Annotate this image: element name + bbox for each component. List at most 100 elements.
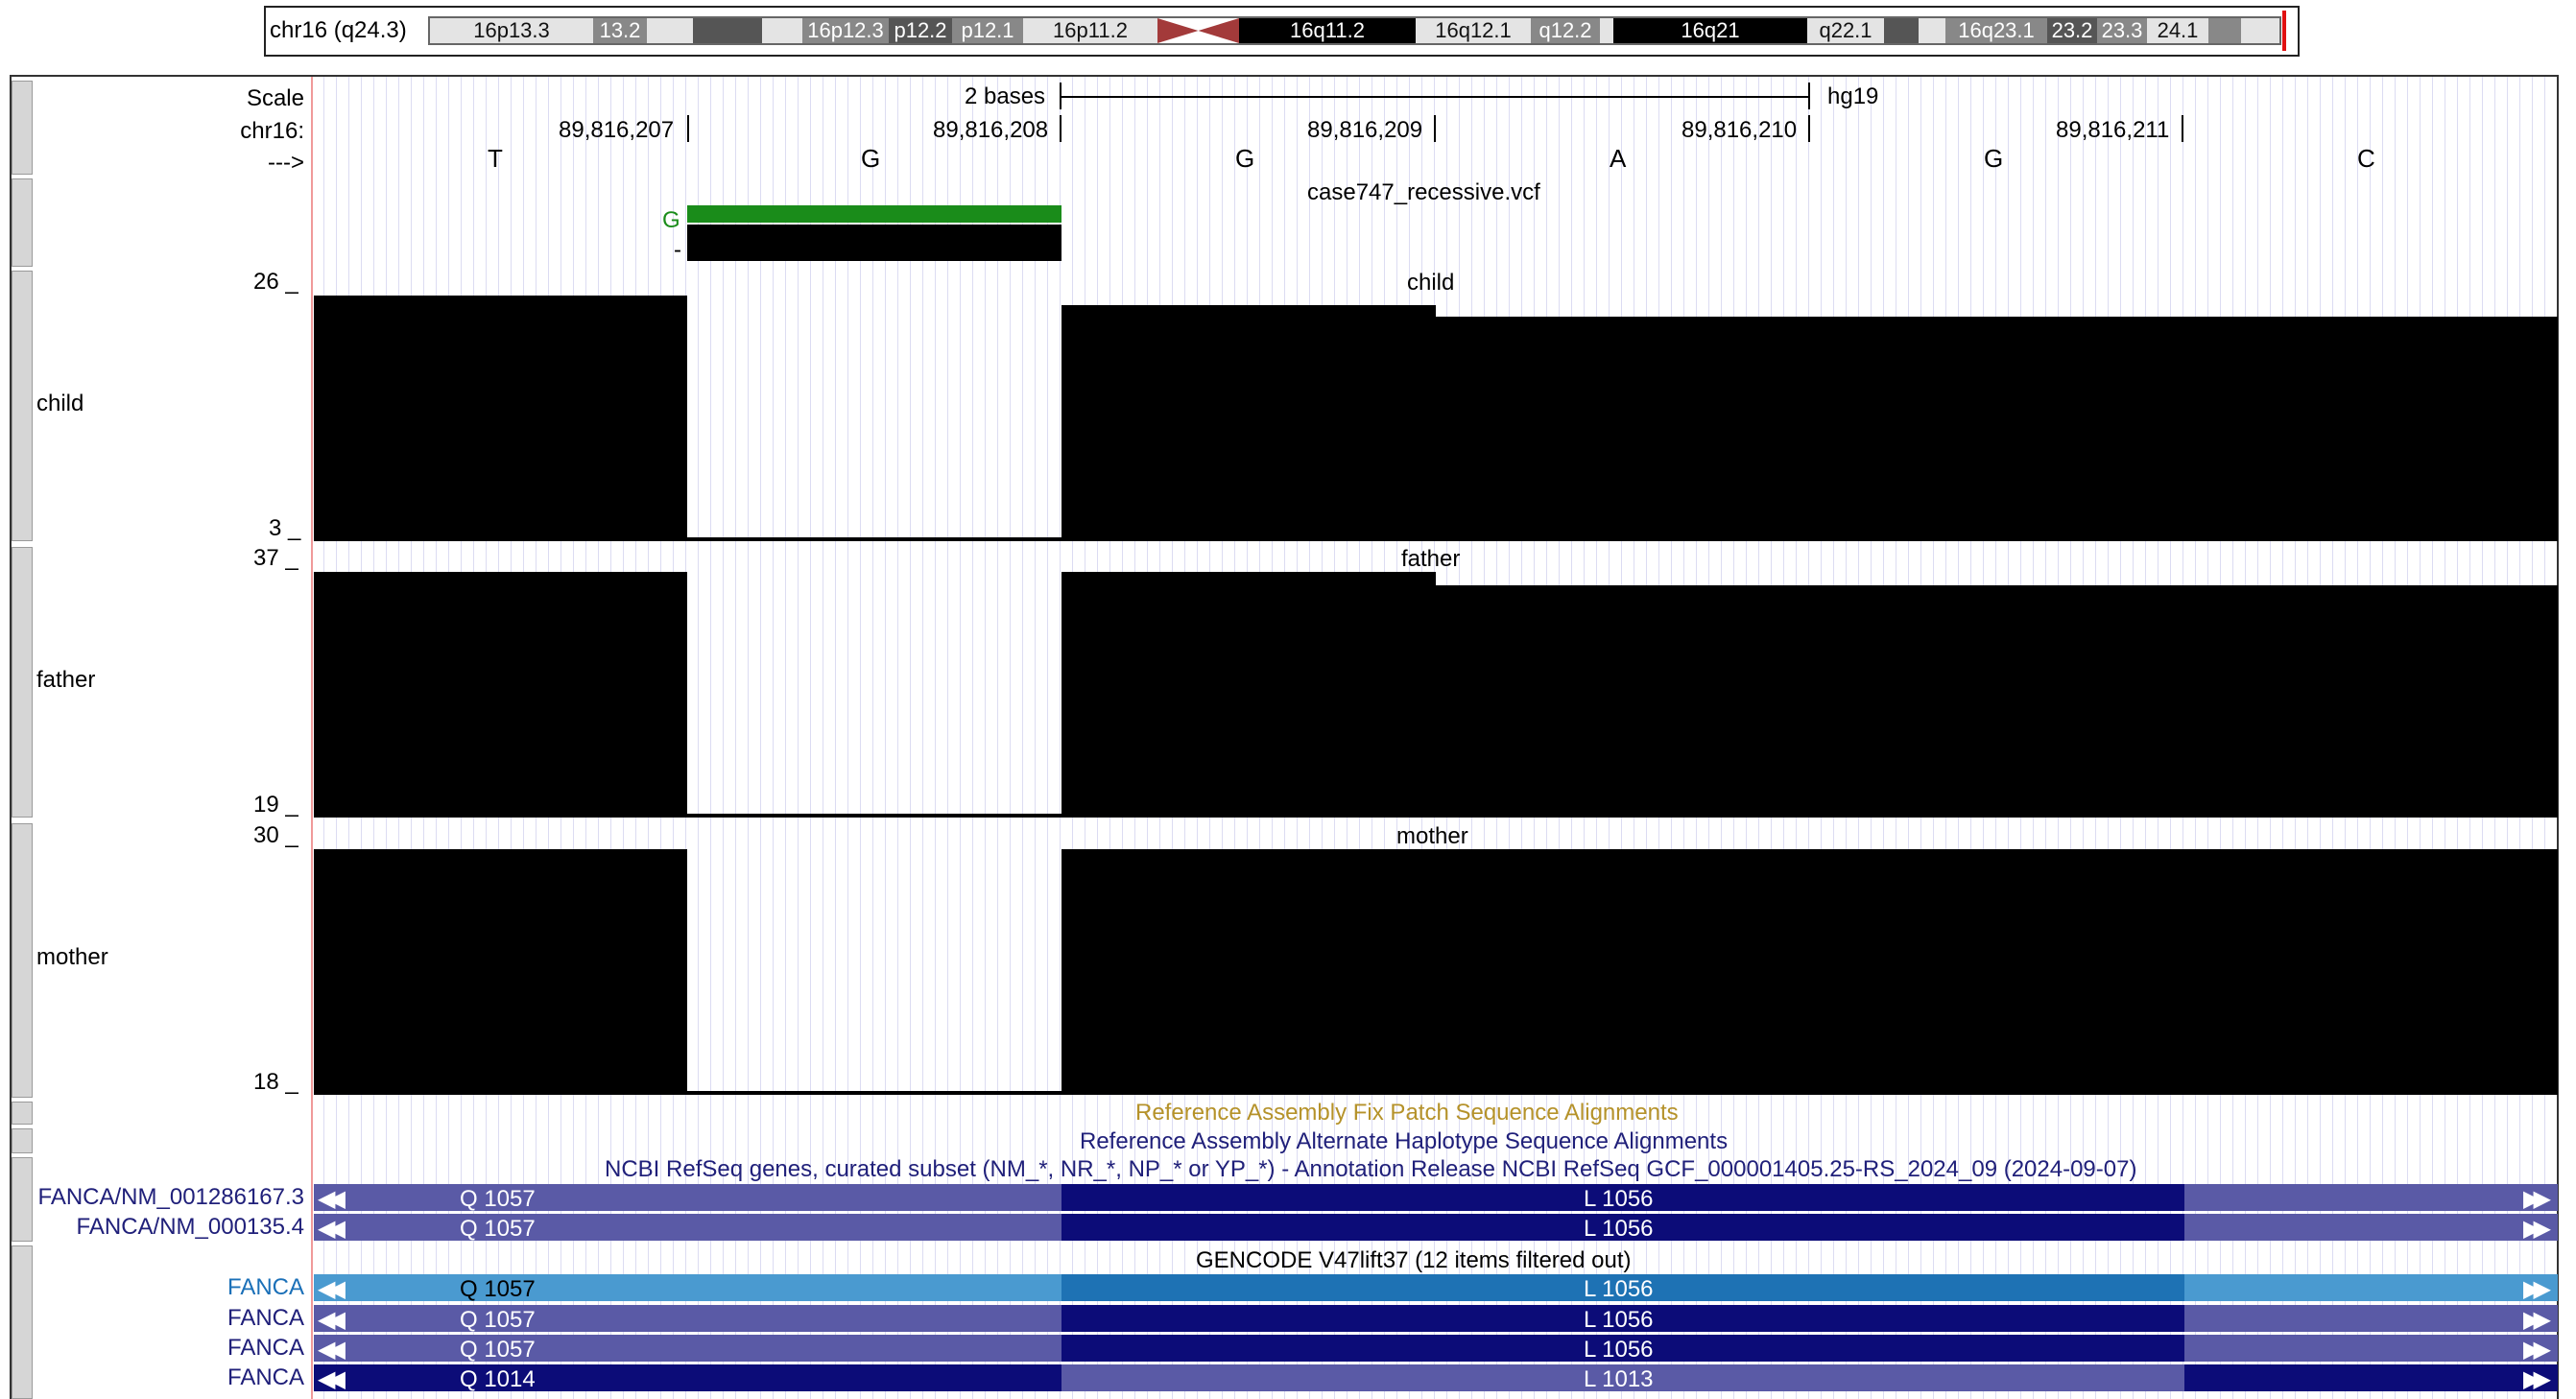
scroll-left-arrows-icon[interactable]: ◀◀ <box>318 1365 346 1393</box>
gencode-transcript-row[interactable]: ◀◀ Q 1057 L 1056 ▶▶ <box>314 1305 2558 1334</box>
father-track-title[interactable]: father <box>1401 548 1460 571</box>
codon-block-right <box>2184 1305 2558 1332</box>
scroll-left-arrows-icon[interactable]: ◀◀ <box>318 1215 346 1243</box>
scale-bar-left-tick <box>1060 83 1061 109</box>
amino-acid-label: L 1056 <box>1584 1337 1654 1363</box>
amino-acid-label: Q 1057 <box>460 1276 536 1302</box>
refseq-transcript-label[interactable]: FANCA/NM_000135.4 <box>12 1216 304 1239</box>
ideogram-band[interactable]: p12.2 <box>889 18 952 43</box>
ideogram-band[interactable] <box>2241 18 2279 43</box>
ideogram-band[interactable] <box>1600 18 1613 43</box>
father-coverage-bar <box>1061 572 1436 818</box>
reference-base: G <box>1235 144 1255 173</box>
mother-track-button[interactable] <box>12 823 33 1098</box>
ideogram-band[interactable]: 24.1 <box>2147 18 2208 43</box>
scroll-left-arrows-icon[interactable]: ◀◀ <box>318 1185 346 1213</box>
ideogram-band[interactable]: q12.2 <box>1531 18 1600 43</box>
vcf-track-button[interactable] <box>12 178 33 267</box>
alt-haplotype-track-button[interactable] <box>12 1128 33 1153</box>
scroll-right-arrows-icon[interactable]: ▶▶ <box>2523 1365 2551 1393</box>
ideogram-band[interactable] <box>1919 18 1945 43</box>
father-axis-min: 19 _ <box>253 792 298 818</box>
codon-block-right <box>2184 1214 2558 1241</box>
gencode-track-title[interactable]: GENCODE V47lift37 (12 items filtered out… <box>1196 1249 1632 1272</box>
amino-acid-label: L 1013 <box>1584 1366 1654 1392</box>
position-label: 89,816,210 <box>1682 117 1798 143</box>
ideogram-band[interactable]: 16p11.2 <box>1023 18 1157 43</box>
ideogram-band[interactable] <box>762 18 802 43</box>
ideogram-bands[interactable]: 16p13.3 13.2 16p12.3 p12.2 p12.1 16p11.2 16q11… <box>428 16 2281 45</box>
ideogram-band[interactable] <box>1884 18 1919 43</box>
scroll-right-arrows-icon[interactable]: ▶▶ <box>2523 1215 2551 1243</box>
fix-patch-track-button[interactable] <box>12 1102 33 1125</box>
amino-acid-label: L 1056 <box>1584 1186 1654 1212</box>
ideogram-band[interactable]: 16q21 <box>1613 18 1807 43</box>
vcf-track-title[interactable]: case747_recessive.vcf <box>1307 181 1540 204</box>
position-tick <box>687 115 689 142</box>
amino-acid-label: L 1056 <box>1584 1307 1654 1333</box>
position-tick <box>1060 115 1061 142</box>
ideogram-band[interactable]: 16p12.3 <box>802 18 889 43</box>
scroll-right-arrows-icon[interactable]: ▶▶ <box>2523 1306 2551 1334</box>
child-coverage-bar <box>314 296 687 541</box>
father-coverage-bar <box>1436 585 2558 818</box>
refseq-transcript-row[interactable]: ◀◀ Q 1057 L 1056 ▶▶ <box>314 1214 2558 1243</box>
child-track-button[interactable] <box>12 271 33 541</box>
father-axis-max: 37 _ <box>253 545 298 571</box>
refseq-track-title[interactable]: NCBI RefSeq genes, curated subset (NM_*,… <box>605 1158 2136 1181</box>
gencode-transcript-row[interactable]: ◀◀ Q 1057 L 1056 ▶▶ <box>314 1335 2558 1363</box>
chrom-label: chr16: <box>240 118 304 144</box>
scroll-left-arrows-icon[interactable]: ◀◀ <box>318 1306 346 1334</box>
mother-coverage-bar <box>687 1091 1061 1095</box>
ideogram-band[interactable] <box>693 18 762 43</box>
scroll-right-arrows-icon[interactable]: ▶▶ <box>2523 1336 2551 1363</box>
reference-base: A <box>1610 144 1627 173</box>
scroll-right-arrows-icon[interactable]: ▶▶ <box>2523 1185 2551 1213</box>
refseq-transcript-label[interactable]: FANCA/NM_001286167.3 <box>12 1186 305 1209</box>
vcf-variant-alt-bar[interactable] <box>687 205 1061 223</box>
track-side-label-mother[interactable]: mother <box>36 946 108 969</box>
gencode-transcript-row[interactable]: ◀◀ Q 1057 L 1056 ▶▶ <box>314 1274 2558 1303</box>
ideogram-centromere <box>1157 18 1239 43</box>
scale-label: Scale <box>246 85 304 111</box>
mother-track-title[interactable]: mother <box>1396 825 1468 848</box>
gencode-transcript-label[interactable]: FANCA <box>12 1337 304 1360</box>
scroll-left-arrows-icon[interactable]: ◀◀ <box>318 1275 346 1303</box>
position-tick <box>2182 115 2183 142</box>
ideogram-band[interactable]: p12.1 <box>952 18 1023 43</box>
mother-coverage-bar <box>314 849 687 1095</box>
ideogram-band[interactable]: 23.3 <box>2097 18 2147 43</box>
ideogram-band[interactable]: 16p13.3 <box>430 18 593 43</box>
ideogram-band[interactable]: 13.2 <box>593 18 647 43</box>
child-track-title[interactable]: child <box>1407 272 1454 295</box>
refseq-transcript-row[interactable]: ◀◀ Q 1057 L 1056 ▶▶ <box>314 1184 2558 1213</box>
strand-label: ---> <box>268 150 304 176</box>
ideogram-band[interactable] <box>2208 18 2241 43</box>
assembly-label: hg19 <box>1827 83 1879 109</box>
fix-patch-track-title[interactable]: Reference Assembly Fix Patch Sequence Al… <box>1135 1102 1679 1125</box>
position-label: 89,816,211 <box>2056 117 2170 143</box>
ideogram-band[interactable]: 16q11.2 <box>1239 18 1416 43</box>
ideogram-band[interactable] <box>647 18 693 43</box>
child-axis-min: 3 _ <box>269 515 301 541</box>
vcf-ref-allele-label: - <box>674 237 681 263</box>
position-label: 89,816,207 <box>559 117 675 143</box>
gencode-transcript-row[interactable]: ◀◀ Q 1014 L 1013 ▶▶ <box>314 1364 2558 1393</box>
ideogram-band[interactable]: q22.1 <box>1807 18 1884 43</box>
scroll-left-arrows-icon[interactable]: ◀◀ <box>318 1336 346 1363</box>
ideogram-band[interactable]: 16q12.1 <box>1416 18 1531 43</box>
father-track-button[interactable] <box>12 547 33 818</box>
track-side-label-child[interactable]: child <box>36 392 83 415</box>
scale-bar-right-tick <box>1808 83 1810 109</box>
vcf-variant-ref-bar[interactable] <box>687 225 1061 261</box>
alt-haplotype-track-title[interactable]: Reference Assembly Alternate Haplotype S… <box>1080 1130 1728 1153</box>
gencode-transcript-label[interactable]: FANCA <box>12 1307 304 1330</box>
gencode-transcript-label[interactable]: FANCA <box>12 1366 304 1389</box>
ideogram-band[interactable]: 23.2 <box>2047 18 2097 43</box>
position-label: 89,816,209 <box>1307 117 1423 143</box>
track-side-label-father[interactable]: father <box>36 669 95 692</box>
scroll-right-arrows-icon[interactable]: ▶▶ <box>2523 1275 2551 1303</box>
ideogram-current-position-marker <box>2282 11 2286 51</box>
gencode-transcript-label[interactable]: FANCA <box>12 1276 304 1299</box>
ideogram-band[interactable]: 16q23.1 <box>1945 18 2047 43</box>
